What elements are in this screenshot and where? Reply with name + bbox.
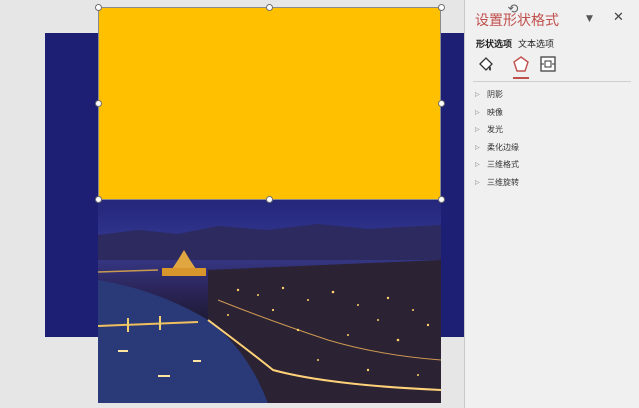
resize-handle-middle-left[interactable] xyxy=(95,100,102,107)
expand-arrow-icon: ▷ xyxy=(475,143,480,151)
section-3d-format[interactable]: ▷ 三维格式 xyxy=(475,156,630,174)
section-label: 三维旋转 xyxy=(487,177,519,187)
city-photo-artwork xyxy=(98,224,441,403)
resize-handle-top-right[interactable] xyxy=(438,4,445,11)
section-soft-edges[interactable]: ▷ 柔化边缘 xyxy=(475,139,630,157)
resize-handle-bottom-left[interactable] xyxy=(95,196,102,203)
resize-handle-top-left[interactable] xyxy=(95,4,102,11)
city-night-photo[interactable] xyxy=(98,200,441,403)
expand-arrow-icon: ▷ xyxy=(475,126,480,134)
pane-category-icons xyxy=(475,55,557,79)
resize-handle-middle-right[interactable] xyxy=(438,100,445,107)
pane-options-chevron-icon[interactable]: ▼ xyxy=(586,14,593,24)
fill-line-icon[interactable] xyxy=(477,55,495,73)
tab-text-options[interactable]: 文本选项 xyxy=(518,37,554,50)
section-label: 发光 xyxy=(487,125,503,135)
effects-icon[interactable] xyxy=(512,55,530,73)
close-icon[interactable]: ✕ xyxy=(613,11,624,25)
expand-arrow-icon: ▷ xyxy=(475,161,480,169)
section-reflection[interactable]: ▷ 映像 xyxy=(475,104,630,122)
resize-handle-bottom-center[interactable] xyxy=(266,196,273,203)
section-3d-rotation[interactable]: ▷ 三维旋转 xyxy=(475,174,630,192)
tab-shape-options[interactable]: 形状选项 xyxy=(476,37,512,50)
resize-handle-bottom-right[interactable] xyxy=(438,196,445,203)
pane-divider xyxy=(473,81,631,82)
section-label: 柔化边缘 xyxy=(487,142,519,152)
resize-handle-top-center[interactable] xyxy=(266,4,273,11)
expand-arrow-icon: ▷ xyxy=(475,108,480,116)
section-glow[interactable]: ▷ 发光 xyxy=(475,121,630,139)
effects-section-list: ▷ 阴影 ▷ 映像 ▷ 发光 ▷ 柔化边缘 ▷ 三维格式 ▷ 三维旋转 xyxy=(475,86,630,191)
expand-arrow-icon: ▷ xyxy=(475,178,480,186)
selected-yellow-rectangle[interactable] xyxy=(98,7,441,200)
section-label: 映像 xyxy=(487,107,503,117)
section-label: 阴影 xyxy=(487,90,503,100)
rotate-handle-icon[interactable]: ⟲ xyxy=(507,3,519,16)
size-properties-icon[interactable] xyxy=(539,55,557,73)
expand-arrow-icon: ▷ xyxy=(475,91,480,99)
active-icon-indicator xyxy=(513,77,529,79)
format-shape-pane: 设置形状格式 ▼ ✕ 形状选项 文本选项 ▷ 阴影 ▷ 映像 ▷ 发光 ▷ 柔化… xyxy=(464,0,639,408)
section-label: 三维格式 xyxy=(487,160,519,170)
section-shadow[interactable]: ▷ 阴影 xyxy=(475,86,630,104)
